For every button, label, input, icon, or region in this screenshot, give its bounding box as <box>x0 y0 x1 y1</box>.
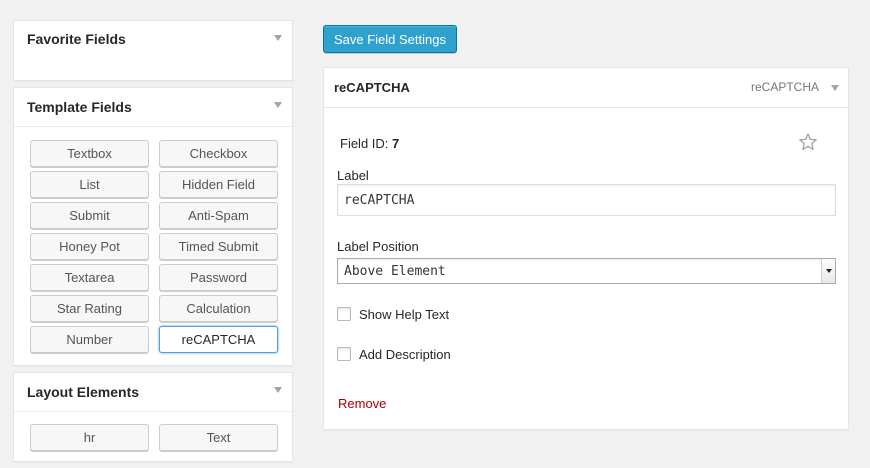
template-field-button-anti-spam[interactable]: Anti-Spam <box>159 202 278 229</box>
field-editor-type: reCAPTCHA <box>750 80 819 94</box>
favorite-fields-toggle-icon[interactable] <box>274 35 282 41</box>
field-editor-header[interactable]: reCAPTCHA reCAPTCHA <box>324 68 848 108</box>
label-caption: Label <box>337 168 369 183</box>
template-field-button-textarea[interactable]: Textarea <box>30 264 149 291</box>
layout-field-button-hr[interactable]: hr <box>30 424 149 451</box>
remove-link[interactable]: Remove <box>338 396 386 411</box>
template-field-button-list[interactable]: List <box>30 171 149 198</box>
layout-elements-divider <box>14 411 292 412</box>
field-editor-panel: reCAPTCHA reCAPTCHA Field ID: 7 Label re… <box>323 67 849 430</box>
favorite-star-icon[interactable] <box>798 132 818 152</box>
layout-elements-title: Layout Elements <box>27 384 140 400</box>
show-help-text-label[interactable]: Show Help Text <box>359 307 449 322</box>
chevron-down-icon[interactable] <box>821 259 835 283</box>
field-id: Field ID: 7 <box>340 136 399 151</box>
favorite-fields-title: Favorite Fields <box>27 31 126 47</box>
template-field-button-hidden-field[interactable]: Hidden Field <box>159 171 278 198</box>
template-field-button-recaptcha[interactable]: reCAPTCHA <box>159 326 278 353</box>
show-help-text-checkbox[interactable] <box>337 307 351 321</box>
template-field-button-timed-submit[interactable]: Timed Submit <box>159 233 278 260</box>
layout-elements-toggle-icon[interactable] <box>274 387 282 393</box>
template-field-button-checkbox[interactable]: Checkbox <box>159 140 278 167</box>
add-description-label[interactable]: Add Description <box>359 347 451 362</box>
template-field-button-honey-pot[interactable]: Honey Pot <box>30 233 149 260</box>
template-field-button-textbox[interactable]: Textbox <box>30 140 149 167</box>
template-field-button-star-rating[interactable]: Star Rating <box>30 295 149 322</box>
template-field-button-submit[interactable]: Submit <box>30 202 149 229</box>
field-editor-title: reCAPTCHA <box>334 80 410 95</box>
layout-elements-panel: Layout Elements hr Text <box>13 372 293 462</box>
label-position-select[interactable]: Above Element <box>337 258 836 284</box>
template-fields-toggle-icon[interactable] <box>274 102 282 108</box>
template-fields-divider <box>14 126 292 127</box>
label-position-value: Above Element <box>344 263 446 279</box>
template-field-button-number[interactable]: Number <box>30 326 149 353</box>
template-fields-title: Template Fields <box>27 99 132 115</box>
layout-field-button-text[interactable]: Text <box>159 424 278 451</box>
add-description-checkbox[interactable] <box>337 347 351 361</box>
field-editor-toggle-icon[interactable] <box>831 85 839 91</box>
template-field-button-calculation[interactable]: Calculation <box>159 295 278 322</box>
label-position-caption: Label Position <box>337 239 419 254</box>
save-field-settings-button[interactable]: Save Field Settings <box>323 25 457 53</box>
field-id-value: 7 <box>392 136 400 151</box>
label-input[interactable]: reCAPTCHA <box>337 184 836 216</box>
template-fields-panel: Template Fields Textbox Checkbox List Hidde… <box>13 87 293 366</box>
favorite-fields-panel: Favorite Fields <box>13 20 293 81</box>
field-id-label: Field ID: <box>340 136 389 151</box>
template-field-button-password[interactable]: Password <box>159 264 278 291</box>
